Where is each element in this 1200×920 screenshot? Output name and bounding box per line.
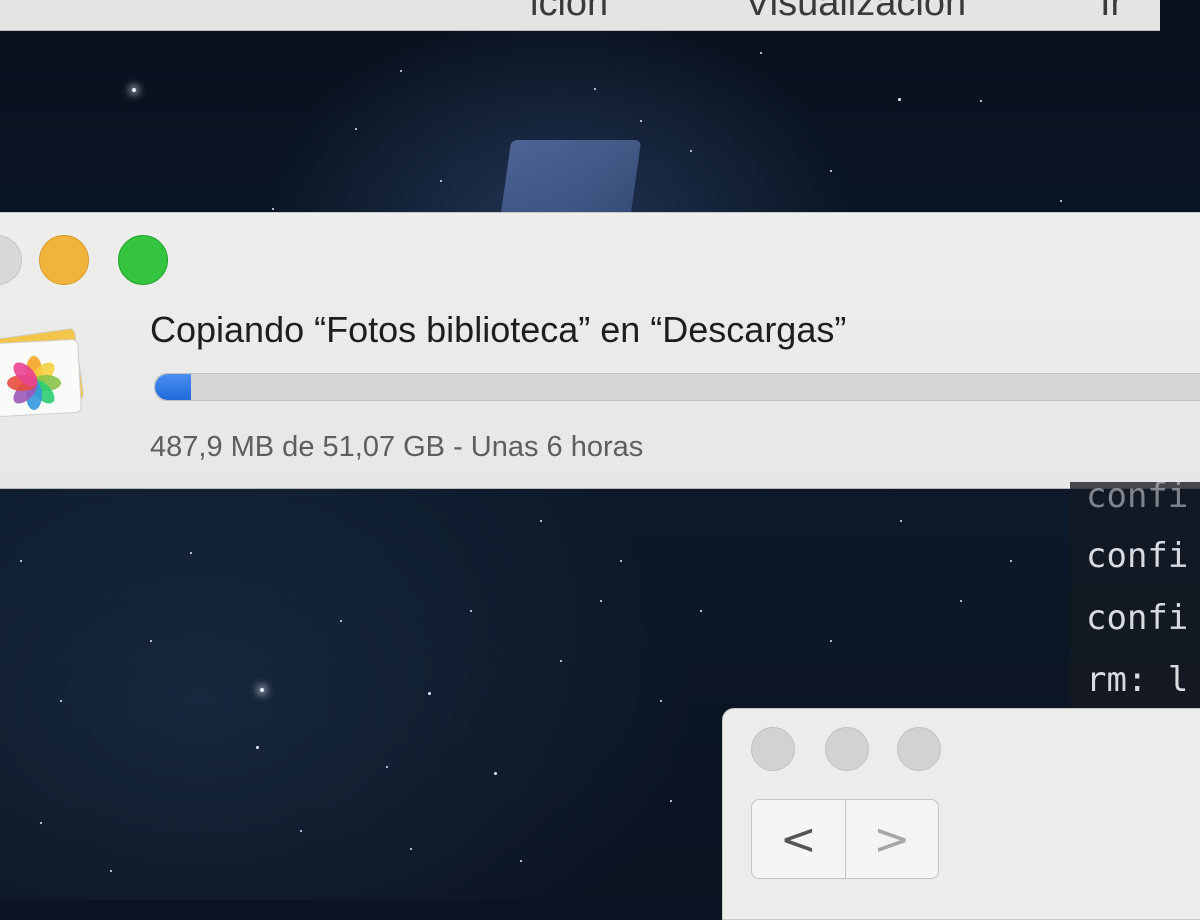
- star: [1010, 560, 1012, 562]
- terminal-window: confi confi confi rm: l: [1070, 482, 1200, 712]
- star: [660, 700, 662, 702]
- terminal-line: confi: [1086, 482, 1189, 516]
- star: [670, 800, 672, 802]
- copy-title: Copiando “Fotos biblioteca” en “Descarga…: [150, 309, 847, 350]
- star: [640, 120, 642, 122]
- zoom-button[interactable]: [118, 235, 168, 285]
- star: [60, 700, 62, 702]
- star: [1060, 200, 1062, 202]
- star: [470, 610, 472, 612]
- star: [20, 560, 22, 562]
- forward-button[interactable]: >: [844, 800, 939, 878]
- back-button[interactable]: <: [752, 800, 845, 878]
- terminal-line: confi: [1086, 598, 1189, 638]
- star: [494, 772, 497, 775]
- star: [132, 88, 136, 92]
- minimize-button[interactable]: [825, 727, 869, 771]
- star: [980, 100, 982, 102]
- star: [560, 660, 562, 662]
- star: [40, 822, 42, 824]
- star: [960, 600, 962, 602]
- star: [410, 848, 412, 850]
- minimize-button[interactable]: [39, 235, 89, 285]
- terminal-line: confi: [1086, 536, 1189, 576]
- menu-item-visualizacion[interactable]: Visualización: [745, 0, 966, 25]
- star: [540, 520, 542, 522]
- star: [900, 520, 902, 522]
- menu-bar: ición Visualización Ir: [0, 0, 1160, 31]
- star: [355, 128, 357, 130]
- zoom-button[interactable]: [897, 727, 941, 771]
- copy-progress-bar: [154, 373, 1200, 401]
- close-button[interactable]: [0, 235, 22, 285]
- star: [272, 208, 274, 210]
- star: [620, 560, 622, 562]
- finder-window: < >: [722, 708, 1200, 920]
- menu-item-edicion[interactable]: ición: [530, 0, 608, 25]
- star: [594, 88, 596, 90]
- menu-item-ir[interactable]: Ir: [1100, 0, 1123, 25]
- star: [760, 52, 762, 54]
- star: [300, 830, 302, 832]
- star: [190, 552, 192, 554]
- star: [830, 640, 832, 642]
- terminal-line: rm: l: [1086, 660, 1189, 700]
- photos-app-icon: [0, 327, 90, 431]
- star: [428, 692, 431, 695]
- navigation-buttons: < >: [751, 799, 939, 879]
- star: [340, 620, 342, 622]
- copy-status-text: 487,9 MB de 51,07 GB - Unas 6 horas: [150, 431, 644, 463]
- star: [150, 640, 152, 642]
- chevron-left-icon: <: [779, 813, 817, 865]
- chevron-right-icon: >: [873, 813, 911, 865]
- close-button[interactable]: [751, 727, 795, 771]
- star: [830, 170, 832, 172]
- star: [690, 150, 692, 152]
- star: [400, 70, 402, 72]
- copy-progress-fill: [155, 374, 191, 400]
- star: [110, 870, 112, 872]
- star: [898, 98, 901, 101]
- star: [260, 688, 264, 692]
- star: [440, 180, 442, 182]
- star: [256, 746, 259, 749]
- star: [700, 610, 702, 612]
- copy-progress-window: Copiando “Fotos biblioteca” en “Descarga…: [0, 212, 1200, 489]
- star: [600, 600, 602, 602]
- star: [386, 766, 388, 768]
- star: [520, 860, 522, 862]
